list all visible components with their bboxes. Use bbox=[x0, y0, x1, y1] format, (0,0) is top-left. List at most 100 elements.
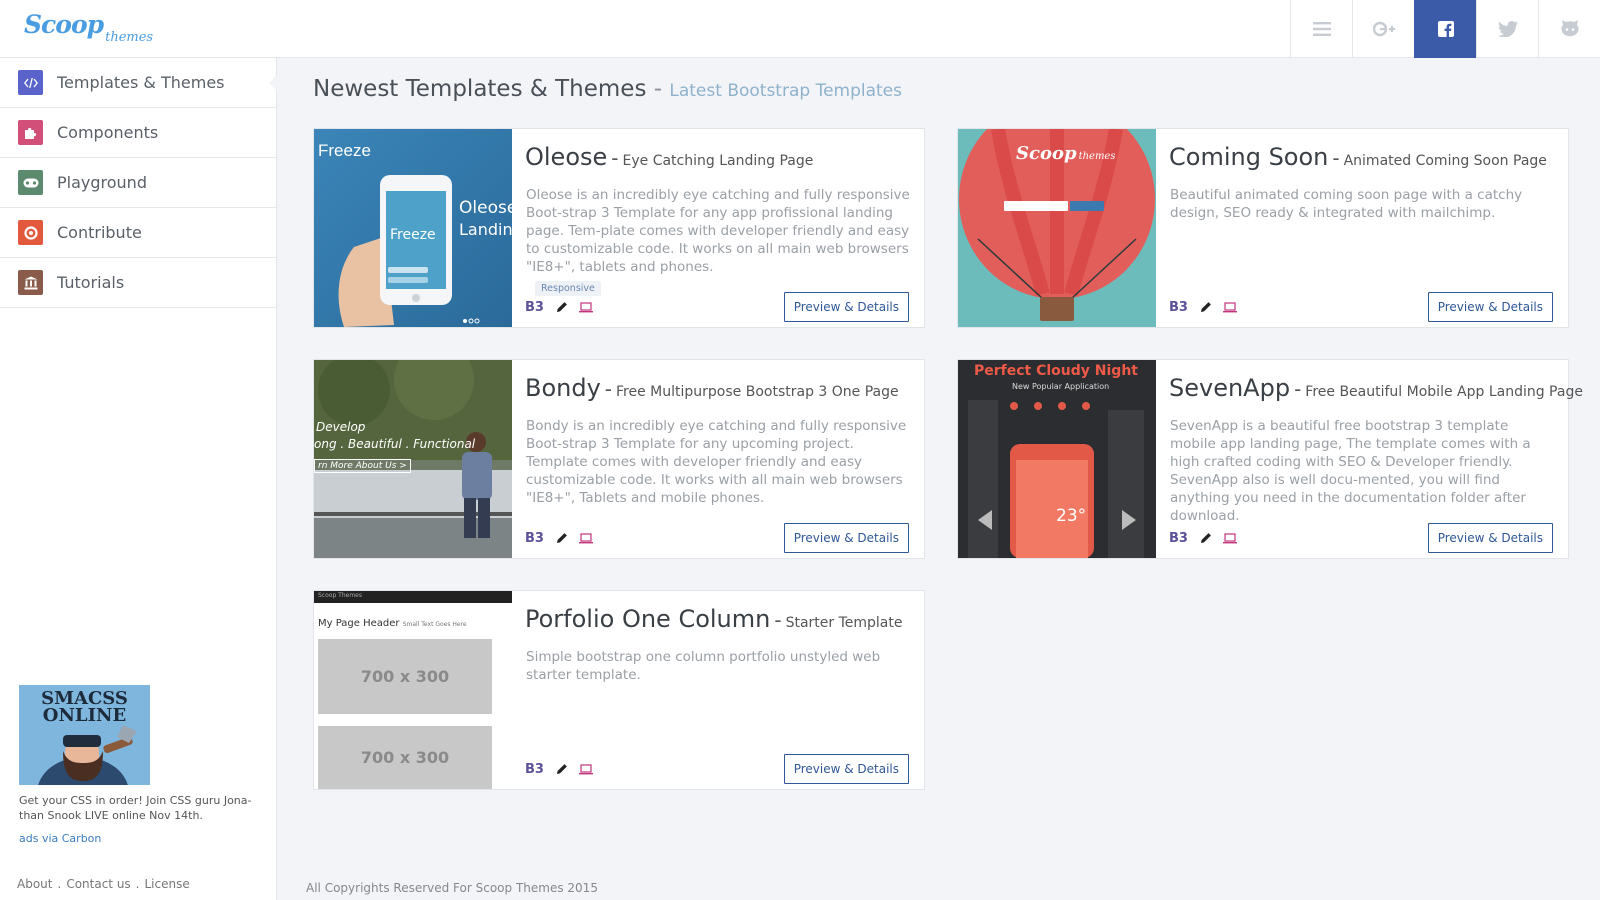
thumb-line1: Develop bbox=[316, 420, 366, 434]
pencil-icon bbox=[1200, 529, 1212, 548]
card-body: Coming Soon - Animated Coming Soon Page Be… bbox=[1169, 129, 1556, 327]
thumb-subline: Landing bbox=[459, 220, 512, 239]
card-title[interactable]: Bondy - Free Multipurpose Bootstrap 3 One … bbox=[525, 374, 899, 402]
card-body: Bondy - Free Multipurpose Bootstrap 3 One … bbox=[525, 360, 912, 558]
copyright-footer: All Copyrights Reserved For Scoop Themes… bbox=[306, 881, 598, 895]
card-title-text: Oleose bbox=[525, 143, 608, 171]
bootstrap-3-badge: B3 bbox=[1169, 531, 1188, 546]
preview-details-button[interactable]: Preview & Details bbox=[783, 523, 909, 553]
facebook-icon[interactable] bbox=[1414, 0, 1476, 58]
sidebar-item-components[interactable]: Components bbox=[0, 108, 276, 158]
sidebar: Templates & Themes Components Playground… bbox=[0, 58, 277, 900]
ad-via-link[interactable]: ads via Carbon bbox=[19, 832, 259, 845]
thumb-nav: Scoop Themes bbox=[318, 592, 362, 599]
separator-dot: . bbox=[135, 877, 140, 891]
code-icon bbox=[18, 70, 43, 95]
card-icons: B3 bbox=[1169, 298, 1237, 317]
image-placeholder: 700 x 300 bbox=[318, 726, 492, 789]
site-logo[interactable]: Scoop themes bbox=[24, 10, 153, 45]
card-description: SevenApp is a beautiful free bootstrap 3… bbox=[1170, 418, 1531, 524]
template-card-sevenapp: Perfect Cloudy Night New Popular Applica… bbox=[957, 359, 1583, 559]
title-separator: - bbox=[611, 146, 619, 170]
separator-dot: . bbox=[57, 877, 62, 891]
template-thumbnail[interactable]: Scoop themes bbox=[958, 129, 1156, 327]
template-thumbnail[interactable]: Develop ong . Beautiful . Functional rn … bbox=[314, 360, 512, 558]
sidebar-item-label: Components bbox=[57, 123, 159, 142]
template-card-oleose: Freeze Freeze Oleose Landing Oleose-Eye … bbox=[313, 128, 925, 328]
card-description: Beautiful animated coming soon page with… bbox=[1170, 187, 1523, 221]
card-subtitle: Starter Template bbox=[785, 615, 903, 631]
thumb-brand: Freeze bbox=[318, 141, 371, 160]
template-thumbnail[interactable]: Freeze Freeze Oleose Landing bbox=[314, 129, 512, 327]
thumb-phone-brand: Freeze bbox=[390, 227, 436, 243]
laptop-icon bbox=[578, 760, 593, 779]
gamepad-icon bbox=[18, 170, 43, 195]
card-body: SevenApp - Free Beautiful Mobile App Landi… bbox=[1169, 360, 1583, 558]
title-separator: - bbox=[1332, 146, 1340, 170]
twitter-icon[interactable] bbox=[1476, 0, 1538, 58]
google-plus-icon[interactable] bbox=[1352, 0, 1414, 58]
thumb-header-text: My Page Header bbox=[318, 618, 400, 629]
bank-icon bbox=[18, 270, 43, 295]
sidebar-item-label: Templates & Themes bbox=[57, 73, 225, 92]
logo-text: Scoop bbox=[24, 10, 104, 39]
thumb-brand-text: Scoop bbox=[1016, 143, 1077, 164]
sidebar-item-templates-themes[interactable]: Templates & Themes bbox=[0, 58, 277, 108]
card-title[interactable]: SevenApp - Free Beautiful Mobile App Landi… bbox=[1169, 374, 1583, 402]
thumb-temperature: 23° bbox=[1056, 506, 1087, 526]
card-description: Oleose is an incredibly eye catching and… bbox=[526, 187, 910, 275]
sidebar-footer-links: About. Contact us. License bbox=[17, 877, 190, 891]
template-card-bondy: Develop ong . Beautiful . Functional rn … bbox=[313, 359, 925, 559]
github-icon[interactable] bbox=[1538, 0, 1600, 58]
card-title[interactable]: Oleose - Eye Catching Landing Page bbox=[525, 143, 813, 171]
card-subtitle: Animated Coming Soon Page bbox=[1343, 153, 1547, 169]
thumb-brand: Scoop themes bbox=[1016, 143, 1115, 164]
sidebar-item-playground[interactable]: Playground bbox=[0, 158, 276, 208]
preview-details-button[interactable]: Preview & Details bbox=[783, 292, 909, 322]
top-icon-bar bbox=[1290, 0, 1600, 58]
page-title-text: Newest Templates & Themes bbox=[313, 76, 647, 102]
card-body: Oleose - Eye Catching Landing Page Oleose … bbox=[525, 129, 912, 327]
thumb-link: rn More About Us > bbox=[314, 459, 411, 473]
ad-image[interactable]: SMACSS ONLINE bbox=[19, 685, 150, 785]
thumb-headline: Perfect Cloudy Night bbox=[974, 363, 1138, 379]
lifebuoy-icon bbox=[18, 220, 43, 245]
laptop-icon bbox=[1222, 529, 1237, 548]
bootstrap-3-badge: B3 bbox=[525, 531, 544, 546]
thumb-line2: ong . Beautiful . Functional bbox=[314, 437, 476, 451]
sidebar-item-label: Contribute bbox=[57, 223, 142, 242]
bootstrap-3-badge: B3 bbox=[525, 300, 544, 315]
card-title-text: Porfolio One Column bbox=[525, 605, 771, 633]
sidebar-item-label: Tutorials bbox=[57, 273, 125, 292]
card-title[interactable]: Porfolio One Column - Starter Template bbox=[525, 605, 902, 633]
card-title-text: SevenApp bbox=[1169, 374, 1291, 402]
card-icons: B3 bbox=[525, 298, 593, 317]
license-link[interactable]: License bbox=[145, 877, 190, 891]
card-title[interactable]: Coming Soon - Animated Coming Soon Page bbox=[1169, 143, 1547, 171]
card-title-text: Coming Soon bbox=[1169, 143, 1329, 171]
title-separator: - bbox=[604, 377, 613, 401]
laptop-icon bbox=[578, 298, 593, 317]
preview-details-button[interactable]: Preview & Details bbox=[783, 754, 909, 784]
template-card-portfolio-one-column: Scoop Themes My Page Header Small Text G… bbox=[313, 590, 925, 790]
sidebar-item-tutorials[interactable]: Tutorials bbox=[0, 258, 276, 308]
sidebar-item-contribute[interactable]: Contribute bbox=[0, 208, 276, 258]
card-subtitle: Free Multipurpose Bootstrap 3 One Page bbox=[616, 384, 899, 400]
template-thumbnail[interactable]: Scoop Themes My Page Header Small Text G… bbox=[314, 591, 512, 789]
template-thumbnail[interactable]: Perfect Cloudy Night New Popular Applica… bbox=[958, 360, 1156, 558]
card-subtitle: Eye Catching Landing Page bbox=[622, 153, 814, 169]
contact-link[interactable]: Contact us bbox=[66, 877, 130, 891]
thumb-brand-small: themes bbox=[1078, 151, 1116, 162]
preview-details-button[interactable]: Preview & Details bbox=[1427, 292, 1553, 322]
page-subtitle: Latest Bootstrap Templates bbox=[669, 81, 902, 101]
page-title: Newest Templates & Themes - Latest Boots… bbox=[313, 76, 902, 102]
laptop-icon bbox=[578, 529, 593, 548]
thumb-header: My Page Header Small Text Goes Here bbox=[318, 618, 467, 629]
menu-icon[interactable] bbox=[1290, 0, 1352, 58]
card-title-text: Bondy bbox=[525, 374, 601, 402]
about-link[interactable]: About bbox=[17, 877, 52, 891]
puzzle-icon bbox=[18, 120, 43, 145]
title-separator: - bbox=[774, 608, 782, 632]
preview-details-button[interactable]: Preview & Details bbox=[1427, 523, 1553, 553]
template-card-coming-soon: Scoop themes Coming Soon - Animated Coming … bbox=[957, 128, 1569, 328]
